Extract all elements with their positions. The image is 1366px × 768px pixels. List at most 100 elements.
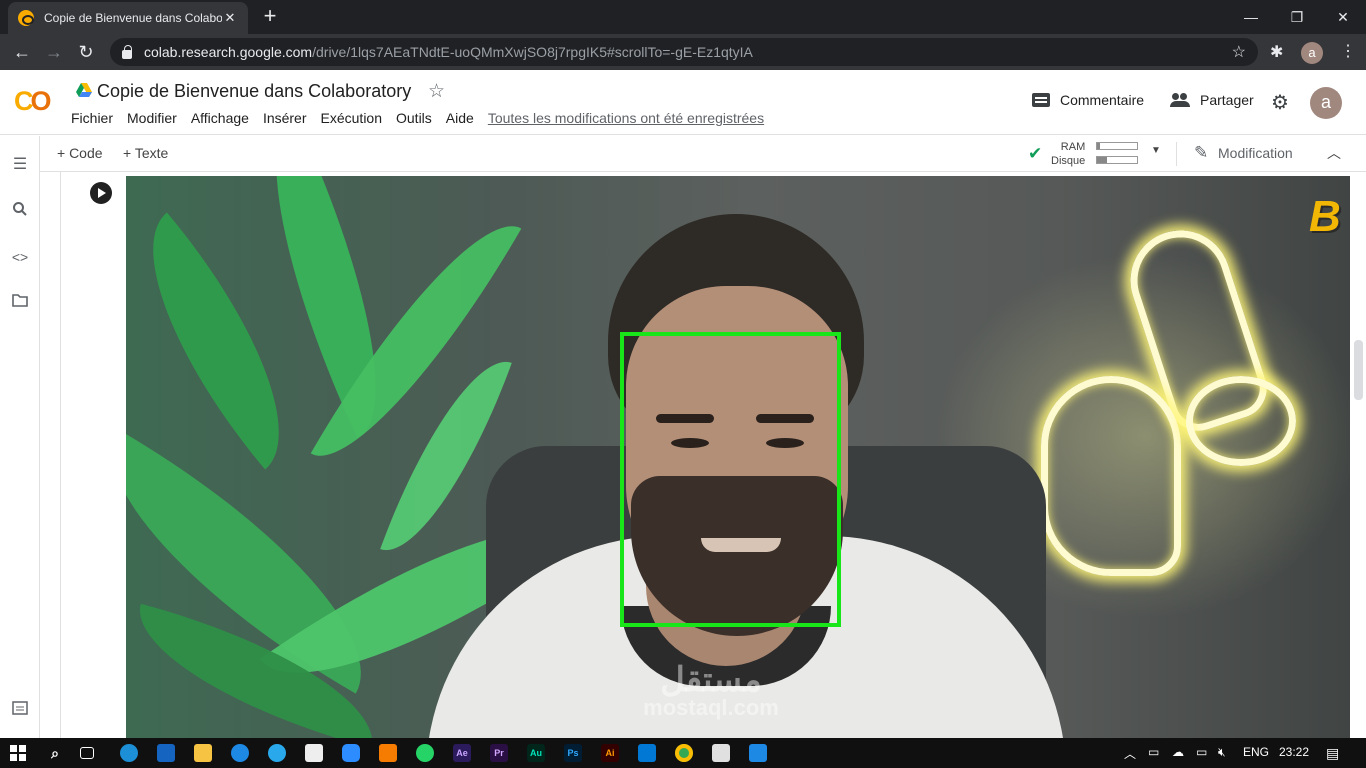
- search-icon[interactable]: ⌕: [46, 744, 64, 762]
- store-icon[interactable]: [305, 744, 323, 762]
- browser-profile-avatar[interactable]: a: [1301, 42, 1323, 64]
- save-status-link[interactable]: Toutes les modifications ont été enregis…: [488, 110, 764, 126]
- reload-icon[interactable]: ↻: [74, 40, 98, 64]
- vertical-scrollbar[interactable]: [1350, 172, 1366, 738]
- disk-bar: [1096, 156, 1138, 164]
- notebook-toolbar: + Code + Texte ✔ RAM Disque ▼ ✎ Modifica…: [40, 136, 1366, 172]
- paint-icon[interactable]: [712, 744, 730, 762]
- scrollbar-thumb[interactable]: [1354, 340, 1363, 400]
- internet-explorer-icon[interactable]: [231, 744, 249, 762]
- tab-title: Copie de Bienvenue dans Colaboratory: [44, 11, 222, 25]
- menu-modifier[interactable]: Modifier: [127, 110, 177, 126]
- back-icon[interactable]: ←: [10, 40, 34, 64]
- connected-check-icon: ✔: [1028, 144, 1043, 163]
- brand-logo: B: [1309, 192, 1341, 241]
- url-text: colab.research.google.com/drive/1lqs7AEa…: [144, 44, 753, 60]
- vscode-icon[interactable]: [638, 744, 656, 762]
- menu-inserer[interactable]: Insérer: [263, 110, 307, 126]
- whatsapp-icon[interactable]: [416, 744, 434, 762]
- remote-desktop-icon[interactable]: [749, 744, 767, 762]
- watermark-logo: مستقل: [660, 661, 762, 699]
- task-view-icon[interactable]: [80, 747, 94, 759]
- add-text-button[interactable]: + Texte: [123, 145, 168, 161]
- forward-icon[interactable]: →: [42, 40, 66, 64]
- battery-icon[interactable]: ▭: [1196, 745, 1207, 759]
- tray-chevron-up-icon[interactable]: ︿: [1124, 745, 1136, 762]
- meet-now-icon[interactable]: ▭: [1148, 745, 1159, 759]
- folder-icon[interactable]: [10, 293, 30, 313]
- user-avatar[interactable]: a: [1310, 87, 1342, 119]
- cloud-icon[interactable]: ☁: [1172, 745, 1184, 759]
- extensions-icon[interactable]: ✱: [1270, 42, 1283, 62]
- menu-fichier[interactable]: Fichier: [71, 110, 113, 126]
- table-of-contents-icon[interactable]: ☰: [10, 155, 30, 175]
- chrome-icon[interactable]: [675, 744, 693, 762]
- edit-mode-button[interactable]: Modification: [1218, 145, 1293, 161]
- restore-button[interactable]: ❐: [1274, 0, 1320, 34]
- cell-output-video-frame: B مستقل mostaql.com: [126, 176, 1350, 738]
- minimize-button[interactable]: —: [1228, 0, 1274, 34]
- kebab-menu-icon[interactable]: ⋮: [1340, 41, 1356, 63]
- tab-close-icon[interactable]: ✕: [222, 10, 238, 26]
- resource-labels[interactable]: RAM Disque: [1051, 140, 1085, 168]
- audition-icon[interactable]: Au: [527, 744, 545, 762]
- browser-toolbar: ← → ↻ colab.research.google.com/drive/1l…: [0, 34, 1366, 70]
- bookmark-star-icon[interactable]: ☆: [1232, 42, 1246, 62]
- language-indicator[interactable]: ENG: [1243, 745, 1269, 759]
- share-label: Partager: [1200, 92, 1254, 108]
- runtime-dropdown-icon[interactable]: ▼: [1151, 145, 1161, 156]
- terminal-icon[interactable]: [10, 701, 30, 721]
- chevron-up-icon[interactable]: ︿: [1327, 143, 1341, 163]
- menu-bar: Fichier Modifier Affichage Insérer Exécu…: [71, 110, 764, 126]
- mail-icon[interactable]: [157, 744, 175, 762]
- after-effects-icon[interactable]: Ae: [453, 744, 471, 762]
- neon-sign: [1186, 376, 1296, 466]
- share-button[interactable]: Partager: [1170, 92, 1254, 108]
- resource-bars[interactable]: [1096, 142, 1138, 170]
- ram-label: RAM: [1060, 141, 1086, 153]
- clock[interactable]: 23:22: [1279, 745, 1309, 759]
- colab-header: CO Copie de Bienvenue dans Colaboratory …: [0, 70, 1366, 135]
- notebook-title[interactable]: Copie de Bienvenue dans Colaboratory: [97, 81, 411, 102]
- window-close-button[interactable]: ✕: [1320, 0, 1366, 34]
- disk-bar-fill: [1097, 157, 1107, 163]
- disk-label: Disque: [1051, 155, 1086, 167]
- gear-icon[interactable]: ⚙: [1271, 90, 1289, 115]
- google-drive-icon[interactable]: [76, 83, 92, 97]
- illustrator-icon[interactable]: Ai: [601, 744, 619, 762]
- search-icon[interactable]: [10, 201, 30, 221]
- people-icon: [1170, 93, 1190, 107]
- add-code-button[interactable]: + Code: [57, 145, 103, 161]
- vlc-icon[interactable]: [379, 744, 397, 762]
- notifications-icon[interactable]: ▤: [1326, 745, 1339, 762]
- ram-bar-fill: [1097, 143, 1101, 149]
- code-snippets-icon[interactable]: <>: [10, 247, 30, 267]
- menu-aide[interactable]: Aide: [446, 110, 474, 126]
- lock-icon: [122, 44, 132, 59]
- new-tab-button[interactable]: +: [258, 5, 282, 27]
- browser-tab[interactable]: Copie de Bienvenue dans Colaboratory ✕: [8, 2, 248, 34]
- edge-icon[interactable]: [120, 744, 138, 762]
- menu-affichage[interactable]: Affichage: [191, 110, 249, 126]
- browser-tab-strip: Copie de Bienvenue dans Colaboratory ✕ +…: [0, 0, 1366, 34]
- premiere-icon[interactable]: Pr: [490, 744, 508, 762]
- menu-outils[interactable]: Outils: [396, 110, 432, 126]
- file-explorer-icon[interactable]: [194, 744, 212, 762]
- zoom-icon[interactable]: [342, 744, 360, 762]
- pencil-icon[interactable]: ✎: [1194, 143, 1208, 163]
- menu-execution[interactable]: Exécution: [321, 110, 382, 126]
- volume-muted-icon[interactable]: 🔇︎: [1218, 745, 1226, 760]
- ram-bar: [1096, 142, 1138, 150]
- code-cell[interactable]: B مستقل mostaql.com: [60, 172, 1350, 738]
- telegram-icon[interactable]: [268, 744, 286, 762]
- colab-logo[interactable]: CO: [14, 86, 52, 117]
- address-bar[interactable]: colab.research.google.com/drive/1lqs7AEa…: [110, 38, 1258, 66]
- comment-label: Commentaire: [1060, 92, 1145, 108]
- star-notebook-icon[interactable]: ☆: [428, 80, 445, 103]
- watermark-text: mostaql.com: [643, 695, 779, 720]
- notebook-content: B مستقل mostaql.com: [40, 172, 1350, 738]
- run-cell-icon[interactable]: [90, 182, 112, 204]
- photoshop-icon[interactable]: Ps: [564, 744, 582, 762]
- comment-button[interactable]: Commentaire: [1032, 92, 1144, 108]
- windows-start-icon[interactable]: [10, 745, 26, 761]
